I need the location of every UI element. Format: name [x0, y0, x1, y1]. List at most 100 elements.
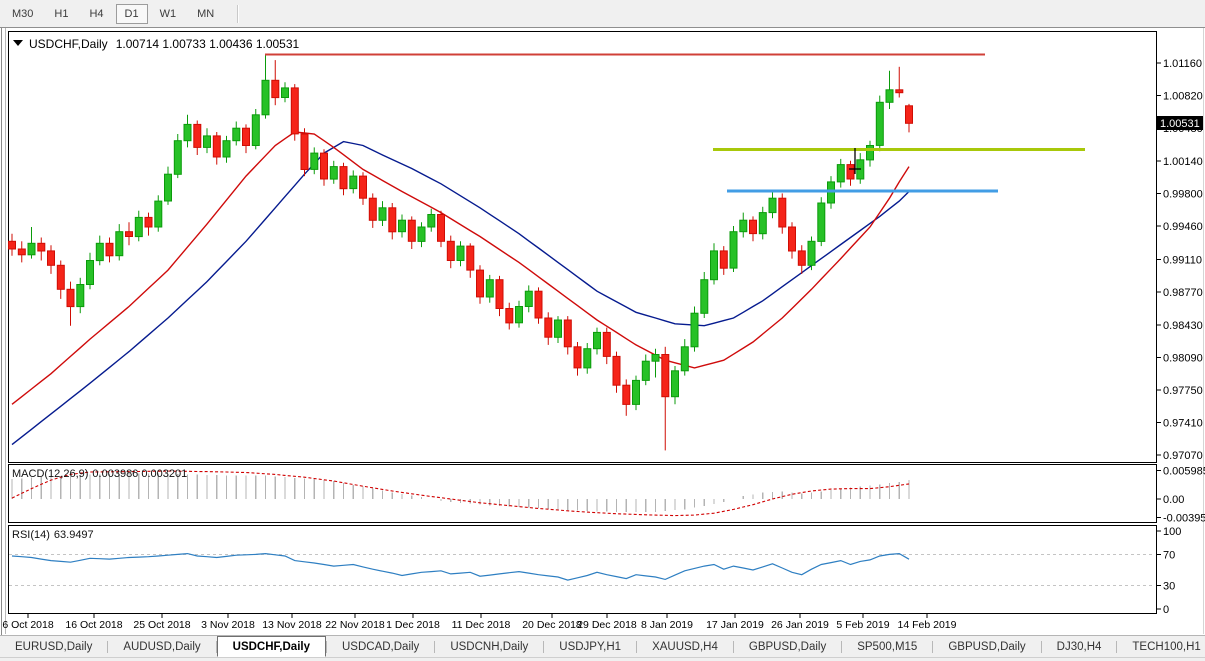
macd-axis-label: 0.00 [1163, 494, 1184, 506]
date-axis-label: 8 Jan 2019 [641, 619, 693, 631]
candle-body [389, 208, 396, 232]
rsi-axis-label: 30 [1163, 581, 1175, 593]
price-axis-label: 0.99800 [1163, 188, 1203, 200]
symbol-tab-eurusd-daily[interactable]: EURUSD,Daily [0, 636, 107, 657]
candle-body [837, 165, 844, 182]
candle-body [711, 251, 718, 280]
candle-body [545, 318, 552, 337]
candle-body [818, 203, 825, 241]
status-strip [0, 657, 1205, 661]
symbol-tab-sp500-m15[interactable]: SP500,M15 [842, 636, 932, 657]
candle-body [584, 349, 591, 368]
candle-body [243, 128, 250, 145]
chart-ohlc-values: 1.00714 1.00733 1.00436 1.00531 [116, 37, 300, 51]
symbol-tab-tech100-h1[interactable]: TECH100,H1 [1117, 636, 1205, 657]
candle-body [720, 251, 727, 268]
candle-body [67, 289, 74, 306]
date-axis-label: 20 Dec 2018 [522, 619, 582, 631]
candle-body [116, 232, 123, 256]
chart-symbol-label: USDCHF,Daily [29, 37, 108, 51]
candle-body [662, 355, 669, 397]
date-axis-label: 22 Nov 2018 [325, 619, 385, 631]
candle-body [77, 285, 84, 307]
chart-title: USDCHF,Daily 1.00714 1.00733 1.00436 1.00… [13, 37, 300, 51]
symbol-tab-usdcad-daily[interactable]: USDCAD,Daily [327, 636, 434, 657]
date-axis-label: 1 Dec 2018 [386, 619, 440, 631]
candle-body [311, 153, 318, 169]
candle-body [555, 320, 562, 337]
rsi-axis-label: 70 [1163, 549, 1175, 561]
candle-body [87, 261, 94, 285]
candle-body [252, 115, 259, 146]
price-axis-label: 0.99460 [1163, 221, 1203, 233]
candle-body [808, 241, 815, 265]
candle-body [642, 361, 649, 380]
symbol-tab-dj30-h4[interactable]: DJ30,H4 [1042, 636, 1117, 657]
candle-body [701, 280, 708, 314]
candle-body [126, 232, 133, 237]
symbol-tab-bar: EURUSD,DailyAUDUSD,DailyUSDCHF,DailyUSDC… [0, 635, 1205, 657]
price-axis-label: 0.97750 [1163, 385, 1203, 397]
symbol-tab-xauusd-h4[interactable]: XAUUSD,H4 [637, 636, 733, 657]
candle-body [282, 88, 289, 98]
symbol-tab-audusd-daily[interactable]: AUDUSD,Daily [108, 636, 215, 657]
timeframe-button-h4[interactable]: H4 [80, 4, 112, 24]
candle-body [603, 332, 610, 356]
rsi-pane[interactable] [9, 526, 1157, 614]
svg-text:USDCHF,Daily1.00714 1.00733 1.: USDCHF,Daily 1.00714 1.00733 1.00436 1.00… [29, 37, 300, 51]
candle-body [447, 241, 454, 260]
candle-body [525, 291, 532, 306]
price-axis[interactable]: 1.011601.008201.004801.001400.998000.994… [1156, 58, 1205, 616]
candle-body [301, 134, 308, 170]
chart-canvas[interactable]: 1.011601.008201.004801.001400.998000.994… [0, 0, 1205, 661]
candle-body [18, 249, 25, 255]
timeframe-button-h1[interactable]: H1 [45, 4, 77, 24]
symbol-tab-usdcnh-daily[interactable]: USDCNH,Daily [435, 636, 543, 657]
date-axis-label: 3 Nov 2018 [201, 619, 255, 631]
price-axis-label: 0.98430 [1163, 320, 1203, 332]
candle-body [262, 80, 269, 115]
main-chart-pane[interactable] [9, 32, 1157, 463]
symbol-tab-usdchf-daily[interactable]: USDCHF,Daily [217, 636, 326, 657]
timeframe-button-mn[interactable]: MN [188, 4, 223, 24]
candle-body [847, 165, 854, 179]
candle-body [886, 90, 893, 103]
candle-body [165, 174, 172, 201]
symbol-tab-gbpusd-daily[interactable]: GBPUSD,Daily [734, 636, 841, 657]
macd-axis-label: -0.003954 [1163, 513, 1205, 525]
candle-body [896, 90, 903, 93]
timeframe-button-d1[interactable]: D1 [116, 4, 148, 24]
candle-body [906, 106, 913, 124]
timeframe-button-w1[interactable]: W1 [151, 4, 186, 24]
price-axis-label: 0.97410 [1163, 418, 1203, 430]
candle-body [672, 371, 679, 397]
candle-body [155, 201, 162, 227]
candle-body [681, 347, 688, 371]
timeframe-button-m30[interactable]: M30 [3, 4, 42, 24]
candle-body [321, 153, 328, 179]
macd-axis-label: 0.005985 [1163, 466, 1205, 478]
candle-body [350, 176, 357, 189]
candle-body [750, 220, 757, 233]
rsi-axis-label: 100 [1163, 526, 1181, 538]
price-axis-label: 1.00140 [1163, 156, 1203, 168]
toolbar-separator [237, 5, 239, 23]
time-axis[interactable]: 6 Oct 201816 Oct 201825 Oct 20183 Nov 20… [2, 613, 956, 631]
price-axis-label: 1.00820 [1163, 91, 1203, 103]
price-axis-label: 0.99110 [1163, 255, 1202, 267]
candle-body [184, 124, 191, 140]
candle-body [213, 136, 220, 157]
symbol-tab-usdjpy-h1[interactable]: USDJPY,H1 [544, 636, 636, 657]
macd-indicator-label: MACD(12,26,9)0.003986 0.003201 [12, 468, 187, 480]
candle-body [291, 88, 298, 134]
candle-body [467, 246, 474, 270]
candle-body [106, 243, 113, 256]
candle-body [798, 251, 805, 265]
candle-body [623, 385, 630, 404]
timeframe-toolbar: M30 H1 H4 D1 W1 MN [0, 0, 1205, 28]
candle-body [57, 265, 64, 289]
candle-body [779, 198, 786, 227]
date-axis-label: 29 Dec 2018 [577, 619, 637, 631]
symbol-tab-gbpusd-daily[interactable]: GBPUSD,Daily [933, 636, 1040, 657]
candle-body [759, 213, 766, 234]
